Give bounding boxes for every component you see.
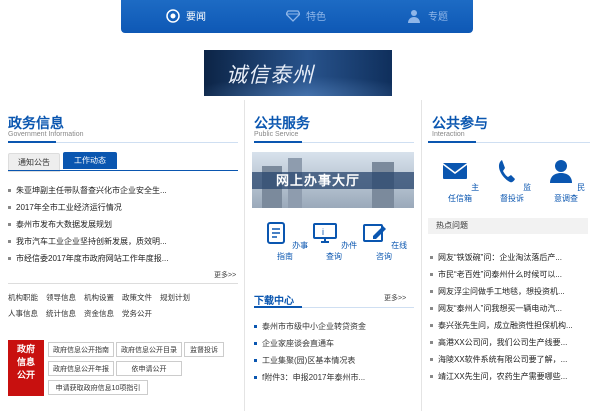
nav-item-featured[interactable]: 特色 xyxy=(286,8,326,23)
link-party-affairs[interactable]: 党务公开 xyxy=(122,306,152,322)
rule-accent xyxy=(254,306,302,308)
link-functions[interactable]: 机构职能 xyxy=(8,290,38,306)
nav-item-news[interactable]: 要闻 xyxy=(166,8,206,23)
case-query[interactable]: i 办件查询 xyxy=(309,222,359,262)
hot-item[interactable]: 网友“泰州人”问我想买一辆电动汽... xyxy=(430,300,588,317)
monitor-icon: i xyxy=(312,223,337,243)
hot-item[interactable]: 市民“老百姓”问泰州什么时候可以... xyxy=(430,266,588,283)
online-consult[interactable]: 在线咨询 xyxy=(359,222,409,262)
rule-accent xyxy=(8,141,56,143)
integrity-banner[interactable]: 诚信泰州 xyxy=(204,50,392,96)
news-item[interactable]: 2017年全市工业经济运行情况 xyxy=(8,199,238,216)
interaction-label: 监督投诉 xyxy=(500,183,532,203)
apply-disclosure-button[interactable]: 依申请公开 xyxy=(116,361,182,376)
target-icon xyxy=(166,8,180,23)
link-funds[interactable]: 资金信息 xyxy=(84,306,114,322)
news-item[interactable]: 朱亚坤副主任带队督查兴化市企业安全生... xyxy=(8,182,238,199)
download-item[interactable]: 工业集聚(园)区基本情况表 xyxy=(254,352,414,369)
disclosure-guide-button[interactable]: 申请获取政府信息10项指引 xyxy=(48,380,148,395)
diamond-icon xyxy=(286,9,300,22)
section-rule xyxy=(428,141,590,143)
hot-item[interactable]: 靖江XX先生问，农药生产需要哪些... xyxy=(430,368,588,385)
phone-icon xyxy=(498,160,515,183)
user-icon xyxy=(549,160,572,183)
download-item[interactable]: 企业家座谈会直通车 xyxy=(254,335,414,352)
link-statistics[interactable]: 统计信息 xyxy=(46,306,76,322)
top-nav: 要闻 特色 专题 xyxy=(121,0,473,33)
service-label: 办件查询 xyxy=(326,241,358,261)
rule-accent xyxy=(254,141,302,143)
gov-open-catalog-button[interactable]: 政府信息公开目录 xyxy=(116,342,182,357)
hot-item[interactable]: 高港XX公司问，我们公司生产线要... xyxy=(430,334,588,351)
download-list: 泰州市市级中小企业转贷资金 企业家座谈会直通车 工业集聚(园)区基本情况表 f附… xyxy=(254,318,414,386)
gov-more-link[interactable]: 更多>> xyxy=(214,270,236,280)
banner-text: 诚信泰州 xyxy=(226,63,314,87)
complaint-button[interactable]: 监督投诉 xyxy=(184,342,224,357)
online-hall-text: 网上办事大厅 xyxy=(252,172,414,189)
download-item[interactable]: f附件3：申报2017年泰州市... xyxy=(254,369,414,386)
service-guide[interactable]: 办事指南 xyxy=(260,222,310,262)
supervision-complaint[interactable]: 监督投诉 xyxy=(492,158,532,204)
gov-open-guide-button[interactable]: 政府信息公开指南 xyxy=(48,342,114,357)
link-personnel[interactable]: 人事信息 xyxy=(8,306,38,322)
hot-item[interactable]: 海陵XX软件系统有限公司要了解，... xyxy=(430,351,588,368)
news-item[interactable]: 泰州市发布大数据发展规划 xyxy=(8,216,238,233)
download-more-link[interactable]: 更多>> xyxy=(384,293,406,303)
hot-item[interactable]: 网友“铁饭碗”问：企业淘汰落后产... xyxy=(430,249,588,266)
opinion-survey[interactable]: 民意调查 xyxy=(546,158,586,204)
svg-text:i: i xyxy=(322,227,324,237)
director-mailbox[interactable]: 主任信箱 xyxy=(440,158,480,204)
section-rule xyxy=(254,141,414,143)
link-policies[interactable]: 政策文件 xyxy=(122,290,152,306)
link-organization[interactable]: 机构设置 xyxy=(84,290,114,306)
divider xyxy=(421,100,422,411)
tab-underline xyxy=(8,170,238,171)
section-rule xyxy=(8,141,238,143)
interaction-subtitle: Interaction xyxy=(432,131,465,138)
news-item[interactable]: 市经信委2017年度市政府网站工作年度报... xyxy=(8,250,238,267)
document-icon xyxy=(266,222,285,244)
links-row: 人事信息 统计信息 资金信息 党务公开 xyxy=(8,306,238,322)
gov-open-report-button[interactable]: 政府信息公开年报 xyxy=(48,361,114,376)
links-row: 机构职能 领导信息 机构设置 政策文件 规划计划 xyxy=(8,290,238,306)
service-label: 在线咨询 xyxy=(376,241,408,261)
interaction-label: 主任信箱 xyxy=(448,183,480,203)
gov-open-text: 政府信息公开 xyxy=(16,344,35,380)
hot-item[interactable]: 网友浮尘问做手工地毯，想投资机... xyxy=(430,283,588,300)
people-icon xyxy=(408,9,420,23)
gov-info-subtitle: Government Information xyxy=(8,131,84,138)
service-label: 办事指南 xyxy=(277,241,309,261)
info-links: 机构职能 领导信息 机构设置 政策文件 规划计划 人事信息 统计信息 资金信息 … xyxy=(8,290,238,322)
divider xyxy=(244,100,245,411)
nav-item-topics[interactable]: 专题 xyxy=(406,8,448,23)
link-plans[interactable]: 规划计划 xyxy=(160,290,190,306)
nav-item-label: 要闻 xyxy=(186,12,206,23)
online-hall-banner[interactable]: 网上办事大厅 xyxy=(252,152,414,208)
link-leaders[interactable]: 领导信息 xyxy=(46,290,76,306)
interaction-label: 民意调查 xyxy=(554,183,586,203)
nav-item-label: 专题 xyxy=(428,12,448,23)
gov-info-title: 政务信息 xyxy=(8,115,64,131)
download-center-title: 下载中心 xyxy=(254,296,294,307)
public-service-subtitle: Public Service xyxy=(254,131,299,138)
hot-topics-list: 网友“铁饭碗”问：企业淘汰落后产... 市民“老百姓”问泰州什么时候可以... … xyxy=(430,249,588,385)
interaction-title: 公共参与 xyxy=(432,115,488,131)
nav-item-label: 特色 xyxy=(306,12,326,23)
divider xyxy=(8,283,238,284)
rule-accent xyxy=(428,141,476,143)
download-item[interactable]: 泰州市市级中小企业转贷资金 xyxy=(254,318,414,335)
hot-item[interactable]: 泰兴张先生问，成立融资性担保机构... xyxy=(430,317,588,334)
gov-news-list: 朱亚坤副主任带队督查兴化市企业安全生... 2017年全市工业经济运行情况 泰州… xyxy=(8,182,238,267)
mail-icon xyxy=(442,163,468,179)
tab-work-news[interactable]: 工作动态 xyxy=(63,152,117,169)
hot-topics-title: 热点问题 xyxy=(428,218,588,234)
gov-open-label: 政府信息公开 xyxy=(8,340,44,396)
public-service-title: 公共服务 xyxy=(254,115,310,131)
news-item[interactable]: 我市汽车工业企业坚持创新发展，质效明... xyxy=(8,233,238,250)
edit-icon xyxy=(362,224,386,242)
section-rule xyxy=(254,306,414,308)
